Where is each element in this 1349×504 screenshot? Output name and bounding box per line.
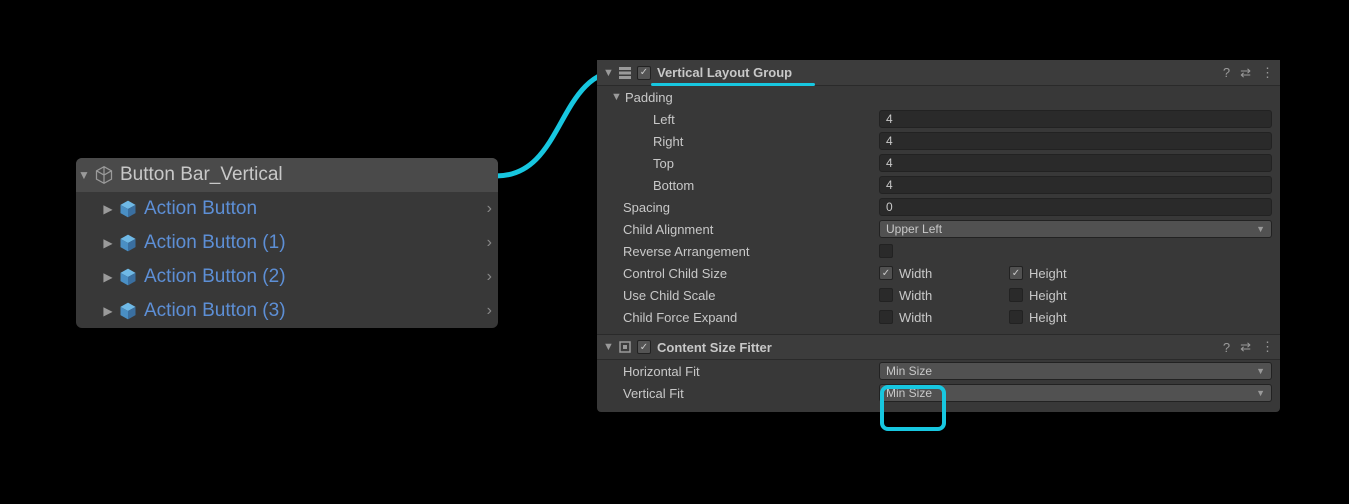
padding-foldout[interactable]: ▼ Padding [597,86,1280,108]
foldout-arrow-icon[interactable]: ▶ [100,270,116,284]
bottom-input[interactable]: 4 [879,176,1272,194]
component-title: Vertical Layout Group [657,65,1213,80]
checkbox-sublabel: Height [1029,266,1067,281]
property-row-bottom: Bottom 4 [597,174,1280,196]
property-row-child-alignment: Child Alignment Upper Left▼ [597,218,1280,240]
foldout-arrow-icon[interactable]: ▼ [603,341,615,353]
property-row-left: Left 4 [597,108,1280,130]
kebab-menu-icon[interactable]: ⋮ [1261,339,1274,355]
property-row-vertical-fit: Vertical Fit Min Size▼ [597,382,1280,404]
control-height-checkbox[interactable]: ✓ [1009,266,1023,280]
hierarchy-item-child[interactable]: ▶ Action Button (2) › [76,260,498,294]
property-row-child-force-expand: Child Force Expand Width Height [597,306,1280,328]
horizontal-fit-dropdown[interactable]: Min Size▼ [879,362,1272,380]
foldout-arrow-icon[interactable]: ▼ [76,168,92,182]
hierarchy-label: Action Button (3) [144,300,487,322]
property-row-horizontal-fit: Horizontal Fit Min Size▼ [597,360,1280,382]
hierarchy-label: Action Button [144,198,487,220]
foldout-arrow-icon[interactable]: ▼ [603,67,615,79]
hierarchy-label: Button Bar_Vertical [120,164,492,186]
right-input[interactable]: 4 [879,132,1272,150]
property-row-control-child-size: Control Child Size ✓ Width ✓ Height [597,262,1280,284]
hierarchy-label: Action Button (1) [144,232,487,254]
prefab-icon [116,265,140,289]
inspector-panel: ▼ ✓ Vertical Layout Group ? ⇄ ⋮ ▼ Paddin… [597,60,1280,412]
hierarchy-item-child[interactable]: ▶ Action Button (1) › [76,226,498,260]
section-label: Padding [625,90,673,105]
property-label: Left [653,112,879,127]
chevron-down-icon: ▼ [1256,366,1265,376]
preset-icon[interactable]: ⇄ [1240,65,1251,81]
component-header-vertical-layout-group[interactable]: ▼ ✓ Vertical Layout Group ? ⇄ ⋮ [597,60,1280,86]
checkbox-sublabel: Height [1029,310,1067,325]
prefab-open-icon[interactable]: › [487,234,492,252]
foldout-arrow-icon[interactable]: ▼ [611,91,623,103]
property-label: Use Child Scale [623,288,879,303]
foldout-arrow-icon[interactable]: ▶ [100,304,116,318]
component-header-content-size-fitter[interactable]: ▼ ✓ Content Size Fitter ? ⇄ ⋮ [597,334,1280,360]
left-input[interactable]: 4 [879,110,1272,128]
expand-width-checkbox[interactable] [879,310,893,324]
help-icon[interactable]: ? [1223,340,1230,355]
checkbox-sublabel: Width [899,288,932,303]
kebab-menu-icon[interactable]: ⋮ [1261,65,1274,81]
prefab-open-icon[interactable]: › [487,302,492,320]
scale-height-checkbox[interactable] [1009,288,1023,302]
property-label: Bottom [653,178,879,193]
property-label: Vertical Fit [623,386,879,401]
property-label: Child Force Expand [623,310,879,325]
vertical-fit-dropdown[interactable]: Min Size▼ [879,384,1272,402]
property-row-spacing: Spacing 0 [597,196,1280,218]
expand-height-checkbox[interactable] [1009,310,1023,324]
prefab-icon [116,197,140,221]
foldout-arrow-icon[interactable]: ▶ [100,236,116,250]
prefab-open-icon[interactable]: › [487,268,492,286]
checkbox-sublabel: Width [899,266,932,281]
gameobject-icon [92,163,116,187]
property-label: Reverse Arrangement [623,244,879,259]
property-row-right: Right 4 [597,130,1280,152]
prefab-open-icon[interactable]: › [487,200,492,218]
property-label: Top [653,156,879,171]
property-row-top: Top 4 [597,152,1280,174]
top-input[interactable]: 4 [879,154,1272,172]
hierarchy-label: Action Button (2) [144,266,487,288]
hierarchy-item-parent[interactable]: ▼ Button Bar_Vertical [76,158,498,192]
spacing-input[interactable]: 0 [879,198,1272,216]
preset-icon[interactable]: ⇄ [1240,339,1251,355]
property-label: Child Alignment [623,222,879,237]
chevron-down-icon: ▼ [1256,224,1265,234]
component-icon [617,65,633,81]
component-title: Content Size Fitter [657,340,1213,355]
component-icon [617,339,633,355]
child-alignment-dropdown[interactable]: Upper Left▼ [879,220,1272,238]
enable-checkbox[interactable]: ✓ [637,66,651,80]
prefab-icon [116,231,140,255]
checkbox-sublabel: Width [899,310,932,325]
foldout-arrow-icon[interactable]: ▶ [100,202,116,216]
control-width-checkbox[interactable]: ✓ [879,266,893,280]
property-label: Horizontal Fit [623,364,879,379]
hierarchy-item-child[interactable]: ▶ Action Button › [76,192,498,226]
hierarchy-item-child[interactable]: ▶ Action Button (3) › [76,294,498,328]
chevron-down-icon: ▼ [1256,388,1265,398]
help-icon[interactable]: ? [1223,65,1230,80]
property-label: Right [653,134,879,149]
property-label: Spacing [623,200,879,215]
hierarchy-panel: ▼ Button Bar_Vertical ▶ Action Button › … [76,158,498,328]
property-row-use-child-scale: Use Child Scale Width Height [597,284,1280,306]
property-label: Control Child Size [623,266,879,281]
enable-checkbox[interactable]: ✓ [637,340,651,354]
property-row-reverse: Reverse Arrangement [597,240,1280,262]
scale-width-checkbox[interactable] [879,288,893,302]
checkbox-sublabel: Height [1029,288,1067,303]
reverse-checkbox[interactable] [879,244,893,258]
prefab-icon [116,299,140,323]
